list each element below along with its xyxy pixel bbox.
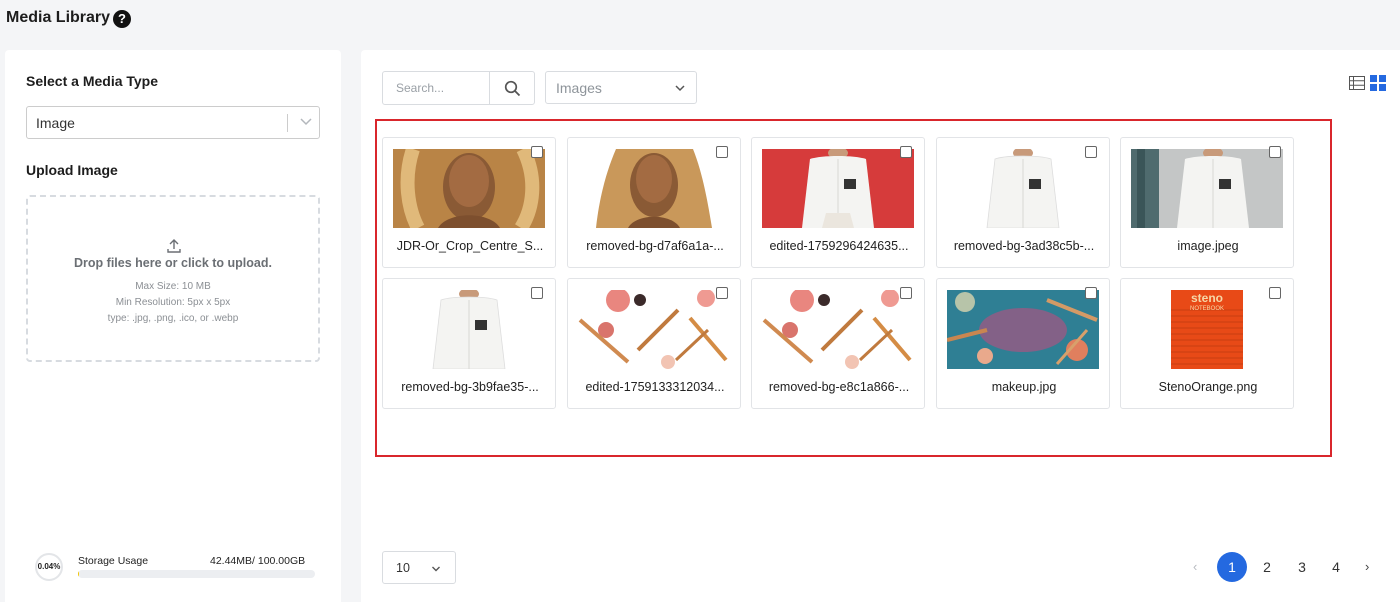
thumbnail-image xyxy=(947,290,1099,369)
select-checkbox[interactable] xyxy=(1085,146,1097,158)
type-filter-value: Images xyxy=(556,80,602,96)
thumbnail-image xyxy=(578,149,730,228)
media-filename: removed-bg-d7af6a1a-... xyxy=(586,239,724,253)
select-checkbox[interactable] xyxy=(900,287,912,299)
media-panel: Images JDR-Or_Crop_Centre_S... xyxy=(361,50,1400,602)
media-card[interactable]: makeup.jpg xyxy=(936,278,1110,409)
media-card[interactable]: edited-1759296424635... xyxy=(751,137,925,268)
per-page-value: 10 xyxy=(396,561,410,575)
select-checkbox[interactable] xyxy=(716,146,728,158)
chevron-down-icon[interactable] xyxy=(298,113,314,129)
media-card[interactable]: removed-bg-3b9fae35-... xyxy=(382,278,556,409)
media-filename: edited-1759296424635... xyxy=(769,239,909,253)
search-box xyxy=(382,71,535,105)
media-filename: removed-bg-e8c1a866-... xyxy=(768,380,910,394)
storage-amount: 42.44MB/ 100.00GB xyxy=(210,555,306,567)
top-bar: Media Library ? xyxy=(0,0,1400,40)
per-page-select[interactable]: 10 xyxy=(382,551,456,584)
media-card[interactable]: removed-bg-d7af6a1a-... xyxy=(567,137,741,268)
search-input[interactable] xyxy=(384,73,488,103)
thumbnail-image xyxy=(947,149,1099,228)
select-checkbox[interactable] xyxy=(900,146,912,158)
media-card[interactable]: edited-1759133312034... xyxy=(567,278,741,409)
thumbnail-image xyxy=(393,290,545,369)
prev-page-button[interactable]: ‹ xyxy=(1193,559,1197,574)
storage-percent: 0.04% xyxy=(37,562,61,571)
storage-label: Storage Usage xyxy=(78,555,149,567)
steno-logo-text: steno xyxy=(1191,291,1223,305)
select-checkbox[interactable] xyxy=(1269,287,1281,299)
storage-progress-fill xyxy=(78,570,79,578)
page-button-1[interactable]: 1 xyxy=(1217,552,1247,582)
dropzone-text: Drop files here or click to upload. xyxy=(74,256,272,270)
chevron-down-icon xyxy=(432,566,440,572)
thumbnail-image xyxy=(762,290,914,369)
thumbnail-image xyxy=(1131,149,1283,228)
select-separator xyxy=(287,114,288,132)
chevron-down-icon xyxy=(675,85,685,92)
media-filename: removed-bg-3b9fae35-... xyxy=(401,380,539,394)
file-types-text: type: .jpg, .png, .ico, or .webp xyxy=(107,313,239,324)
search-icon xyxy=(504,80,521,97)
question-circle-icon[interactable]: ? xyxy=(113,10,131,28)
media-card[interactable]: image.jpeg xyxy=(1120,137,1294,268)
type-filter-select[interactable]: Images xyxy=(545,71,697,104)
media-card[interactable]: steno NOTEBOOK StenoOrange.png xyxy=(1120,278,1294,409)
notebook-logo-text: NOTEBOOK xyxy=(1190,306,1224,312)
media-filename: edited-1759133312034... xyxy=(585,380,725,394)
media-filename: removed-bg-3ad38c5b-... xyxy=(953,239,1095,253)
thumbnail-image xyxy=(762,149,914,228)
thumbnail-image: steno NOTEBOOK xyxy=(1131,290,1283,369)
select-checkbox[interactable] xyxy=(531,287,543,299)
media-card[interactable]: removed-bg-3ad38c5b-... xyxy=(936,137,1110,268)
media-type-heading: Select a Media Type xyxy=(26,73,159,89)
select-checkbox[interactable] xyxy=(531,146,543,158)
media-filename: makeup.jpg xyxy=(991,380,1057,394)
thumbnail-image xyxy=(578,290,730,369)
page-button-2[interactable]: 2 xyxy=(1252,552,1282,582)
list-view-icon[interactable] xyxy=(1349,76,1365,90)
thumbnail-image xyxy=(393,149,545,228)
left-panel: Select a Media Type Image Upload Image D… xyxy=(5,50,341,602)
upload-heading: Upload Image xyxy=(26,162,118,178)
storage-usage-ring: 0.04% xyxy=(35,553,63,581)
next-page-button[interactable]: › xyxy=(1365,559,1369,574)
page-button-4[interactable]: 4 xyxy=(1321,552,1351,582)
media-filename: image.jpeg xyxy=(1177,239,1239,253)
media-type-value: Image xyxy=(36,115,75,131)
max-size-text: Max Size: 10 MB xyxy=(135,281,211,292)
select-checkbox[interactable] xyxy=(716,287,728,299)
storage-progress-bar xyxy=(78,570,315,578)
grid-view-icon[interactable] xyxy=(1370,75,1386,91)
media-card[interactable]: removed-bg-e8c1a866-... xyxy=(751,278,925,409)
upload-dropzone[interactable]: Drop files here or click to upload. Max … xyxy=(26,195,320,362)
media-type-select[interactable]: Image xyxy=(26,106,320,139)
media-card[interactable]: JDR-Or_Crop_Centre_S... xyxy=(382,137,556,268)
upload-icon xyxy=(167,239,181,253)
select-checkbox[interactable] xyxy=(1269,146,1281,158)
search-button[interactable] xyxy=(489,72,535,104)
page-title: Media Library xyxy=(6,9,111,26)
page-button-3[interactable]: 3 xyxy=(1287,552,1317,582)
media-filename: StenoOrange.png xyxy=(1158,380,1258,394)
select-checkbox[interactable] xyxy=(1085,287,1097,299)
min-resolution-text: Min Resolution: 5px x 5px xyxy=(115,297,231,308)
media-filename: JDR-Or_Crop_Centre_S... xyxy=(396,239,544,253)
